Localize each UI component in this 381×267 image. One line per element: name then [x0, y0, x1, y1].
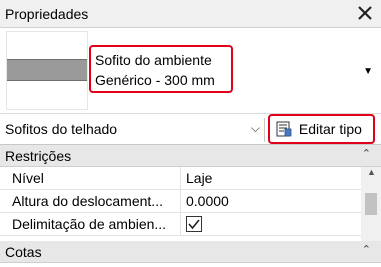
scrollbar-thumb[interactable] [365, 193, 377, 215]
soffit-preview-image [7, 59, 87, 81]
instance-selector-row: Sofitos do telhado ⌵ Editar tipo [0, 114, 381, 145]
palette-titlebar: Propriedades [0, 0, 381, 28]
property-name: Altura do deslocament... [0, 190, 181, 212]
type-selector[interactable]: Sofito do ambiente Genérico - 300 mm ▼ [0, 28, 381, 114]
property-row-nivel: Nível Laje [0, 167, 361, 190]
type-preview-thumbnail [6, 31, 88, 110]
type-name: Genérico - 300 mm [95, 72, 215, 88]
edit-type-button[interactable]: Editar tipo [268, 114, 375, 144]
family-name: Sofito do ambiente [95, 52, 212, 68]
property-scrollbar[interactable]: ▲ [361, 167, 381, 245]
type-dropdown-arrow-icon[interactable]: ▼ [363, 66, 373, 77]
property-value-delimitacao [182, 213, 361, 235]
property-row-altura-deslocamento: Altura do deslocament... 0.0000 [0, 190, 361, 213]
property-grid: Restrições ⌃ Nível Laje Altura do desloc… [0, 145, 381, 267]
room-bounding-checkbox[interactable] [186, 216, 202, 232]
category-label: Restrições [5, 148, 72, 164]
checkmark-icon [188, 219, 200, 230]
property-row-delimitacao: Delimitação de ambien... [0, 213, 361, 236]
property-name: Nível [0, 167, 181, 189]
category-restricoes[interactable]: Restrições ⌃ [0, 145, 381, 167]
instance-filter-value: Sofitos do telhado [5, 121, 118, 137]
edit-type-label: Editar tipo [298, 121, 362, 137]
category-cotas[interactable]: Cotas ⌃ [0, 241, 381, 263]
instance-filter-dropdown[interactable]: Sofitos do telhado ⌵ [0, 118, 265, 142]
chevron-down-icon: ⌵ [250, 121, 260, 135]
collapse-icon[interactable]: ⌃ [362, 147, 371, 160]
category-label: Cotas [5, 244, 42, 260]
property-value-nivel[interactable]: Laje [182, 167, 361, 189]
properties-palette: Propriedades Sofito do ambiente Genérico… [0, 0, 381, 267]
property-name: Delimitação de ambien... [0, 213, 181, 235]
scroll-up-icon[interactable]: ▲ [367, 167, 376, 177]
palette-title: Propriedades [5, 6, 89, 22]
collapse-icon[interactable]: ⌃ [362, 243, 371, 256]
property-value-altura[interactable]: 0.0000 [182, 190, 361, 212]
edit-type-icon [276, 121, 292, 137]
close-icon[interactable] [356, 4, 374, 22]
type-name-highlight: Sofito do ambiente Genérico - 300 mm [89, 45, 233, 93]
